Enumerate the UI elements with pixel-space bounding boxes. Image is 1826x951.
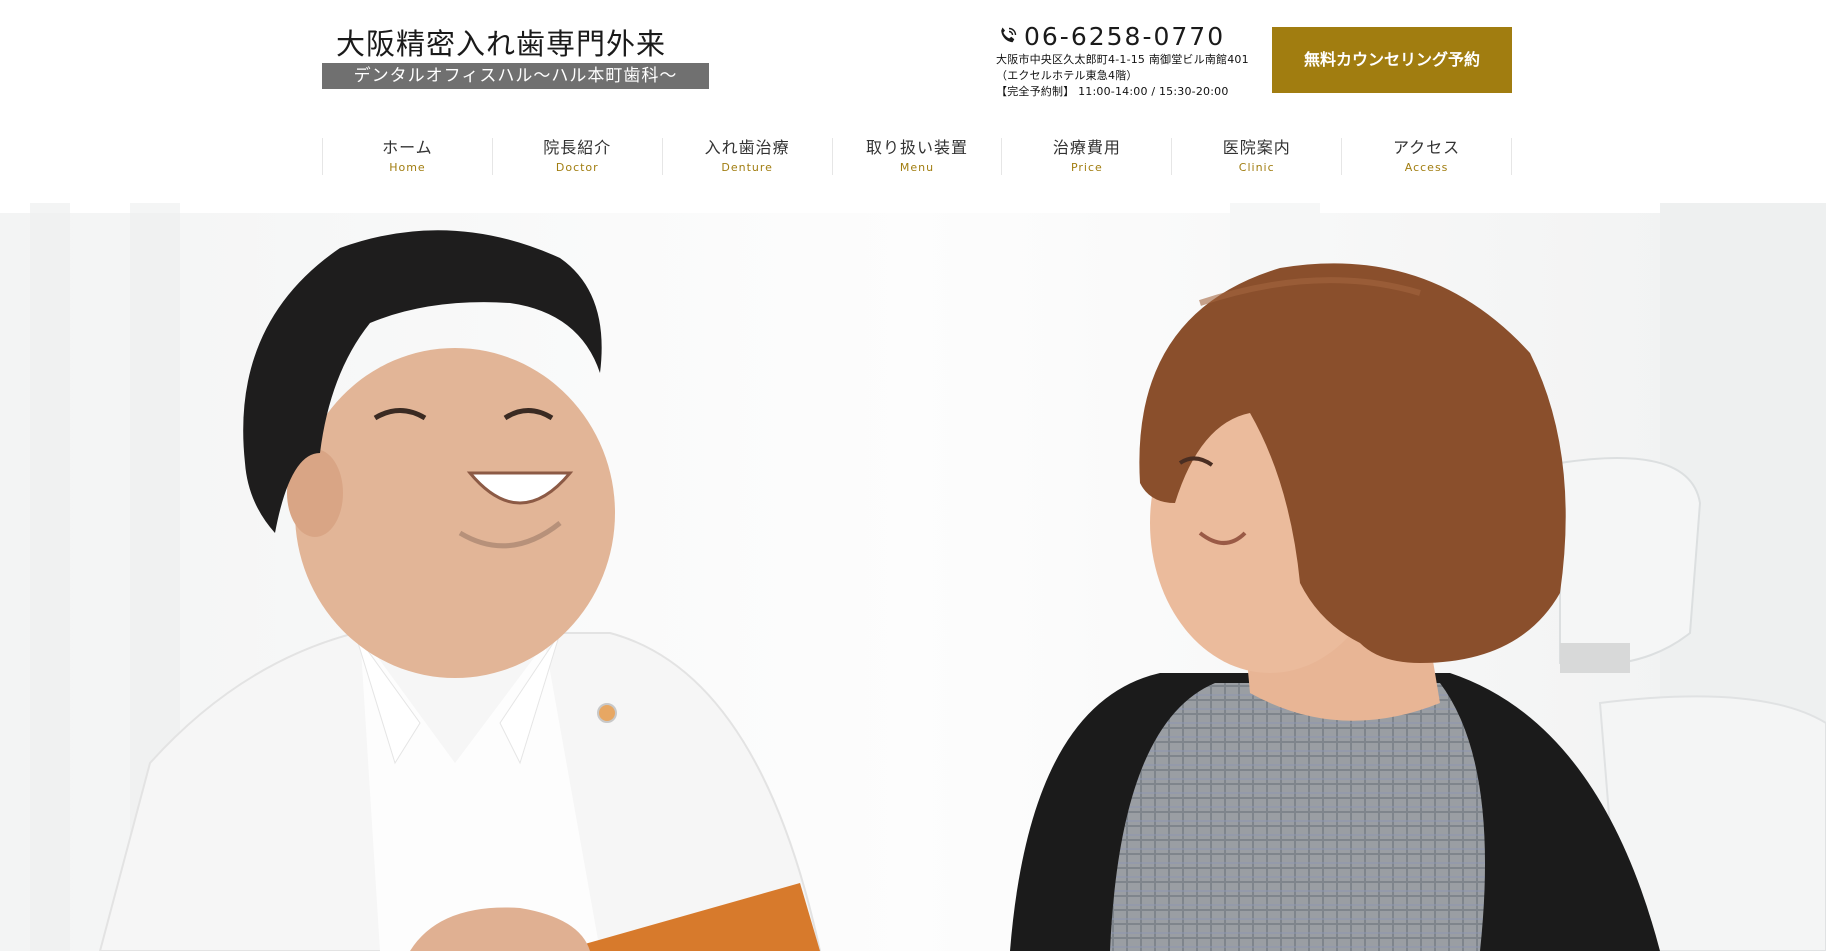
nav-item-access[interactable]: アクセス Access <box>1342 137 1513 175</box>
nav-label-jp: 入れ歯治療 <box>704 137 790 157</box>
main-nav: ホーム Home 院長紹介 Doctor 入れ歯治療 Denture 取り扱い装… <box>322 137 1513 175</box>
site-logo[interactable]: 大阪精密入れ歯専門外来 デンタルオフィスハル〜ハル本町歯科〜 <box>322 26 709 90</box>
nav-label-en: Menu <box>899 160 935 174</box>
hours-text: 【完全予約制】 11:00-14:00 / 15:30-20:00 <box>996 85 1229 98</box>
logo-title: 大阪精密入れ歯専門外来 <box>336 27 667 61</box>
contact-info: 06-6258-0770 大阪市中央区久太郎町4-1-15 南御堂ビル南館401… <box>996 20 1296 102</box>
site-header: 大阪精密入れ歯専門外来 デンタルオフィスハル〜ハル本町歯科〜 06-6258-0… <box>0 0 1826 203</box>
nav-label-en: Access <box>1404 160 1449 174</box>
nav-label-en: Denture <box>721 160 773 174</box>
nav-label-jp: 医院案内 <box>1222 137 1291 157</box>
nav-item-denture[interactable]: 入れ歯治療 Denture <box>663 138 833 175</box>
phone-row[interactable]: 06-6258-0770 <box>996 20 1296 52</box>
building-text: （エクセルホテル東急4階） <box>996 69 1138 82</box>
nav-item-menu[interactable]: 取り扱い装置 Menu <box>833 138 1003 175</box>
nav-item-home[interactable]: ホーム Home <box>323 138 493 175</box>
nav-label-en: Doctor <box>555 160 599 174</box>
nav-label-jp: アクセス <box>1392 137 1461 157</box>
address-text: 大阪市中央区久太郎町4-1-15 南御堂ビル南館401 <box>996 53 1249 66</box>
hero-image <box>0 203 1826 951</box>
phone-icon <box>996 24 1020 48</box>
free-counseling-button[interactable]: 無料カウンセリング予約 <box>1272 27 1512 93</box>
nav-label-jp: 院長紹介 <box>543 137 612 157</box>
nav-item-clinic[interactable]: 医院案内 Clinic <box>1172 137 1343 175</box>
phone-number[interactable]: 06-6258-0770 <box>1024 22 1225 51</box>
nav-label-jp: ホーム <box>382 137 433 157</box>
nav-item-price[interactable]: 治療費用 Price <box>1002 137 1173 175</box>
nav-label-en: Clinic <box>1238 160 1275 174</box>
nav-item-doctor[interactable]: 院長紹介 Doctor <box>493 138 663 175</box>
nav-label-en: Home <box>389 160 426 174</box>
dentist-patient-photo <box>0 203 1826 951</box>
nav-label-jp: 治療費用 <box>1052 137 1121 157</box>
nav-label-jp: 取り扱い装置 <box>866 137 969 157</box>
logo-subtitle: デンタルオフィスハル〜ハル本町歯科〜 <box>322 63 709 89</box>
nav-label-en: Price <box>1070 160 1103 174</box>
